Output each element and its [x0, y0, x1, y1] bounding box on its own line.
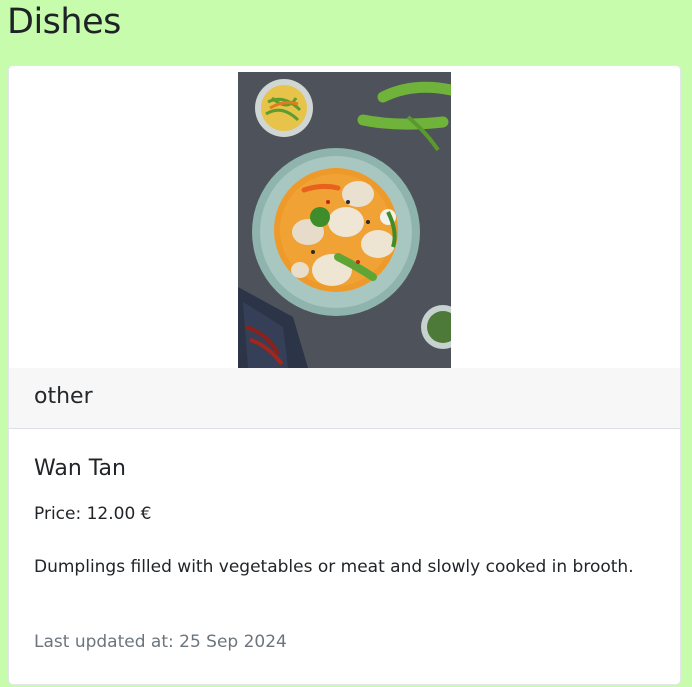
- price-value: 12.00 €: [86, 504, 152, 524]
- last-updated: Last updated at: 25 Sep 2024: [34, 632, 287, 652]
- dish-description: Dumplings filled with vegetables or meat…: [34, 557, 634, 577]
- price-label: Price:: [34, 504, 82, 524]
- dish-category: other: [34, 384, 93, 409]
- dish-name: Wan Tan: [34, 456, 126, 481]
- card-header: other: [9, 368, 680, 429]
- page-title: Dishes: [7, 2, 121, 42]
- dish-price-line: Price: 12.00 €: [34, 504, 152, 524]
- updated-label: Last updated at:: [34, 632, 174, 652]
- dumpling-soup-photo-icon: [238, 72, 451, 368]
- dish-image: [238, 72, 451, 368]
- dish-card: other Wan Tan Price: 12.00 € Dumplings f…: [8, 65, 681, 685]
- updated-date: 25 Sep 2024: [179, 632, 287, 652]
